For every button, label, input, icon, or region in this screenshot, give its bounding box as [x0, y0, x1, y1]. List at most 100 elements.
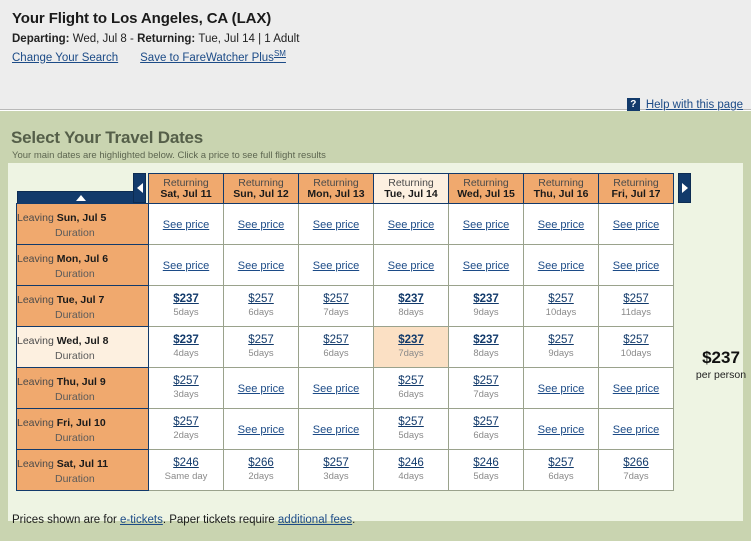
fare-cell-r5-c6[interactable]: See price	[523, 367, 599, 409]
see-price-link[interactable]: See price	[313, 260, 359, 272]
fare-price-link[interactable]: $237	[374, 334, 448, 347]
additional-fees-link[interactable]: additional fees	[278, 514, 352, 526]
fare-cell-r1-c7[interactable]: See price	[598, 203, 674, 245]
fare-cell-r1-c3[interactable]: See price	[298, 203, 374, 245]
see-price-link[interactable]: See price	[613, 219, 659, 231]
question-mark-icon[interactable]: ?	[626, 98, 640, 111]
fare-price-link[interactable]: $237	[374, 293, 448, 306]
fare-price-link[interactable]: $257	[449, 416, 523, 429]
fare-cell-r4-c6[interactable]: $257 9days	[523, 326, 599, 368]
fare-cell-r6-c6[interactable]: See price	[523, 408, 599, 450]
fare-price-link[interactable]: $257	[524, 334, 598, 347]
fare-price-link[interactable]: $257	[374, 375, 448, 388]
fare-price-link[interactable]: $257	[299, 293, 373, 306]
scroll-right-button[interactable]	[678, 173, 691, 203]
fare-cell-r7-c6[interactable]: $257 6days	[523, 449, 599, 491]
fare-cell-r4-c4[interactable]: $237 7days	[373, 326, 449, 368]
see-price-link[interactable]: See price	[313, 383, 359, 395]
fare-cell-r5-c1[interactable]: $257 3days	[148, 367, 224, 409]
fare-cell-r1-c4[interactable]: See price	[373, 203, 449, 245]
fare-cell-r7-c5[interactable]: $246 5days	[448, 449, 524, 491]
fare-price-link[interactable]: $257	[524, 457, 598, 470]
fare-price-link[interactable]: $257	[599, 334, 673, 347]
see-price-link[interactable]: See price	[388, 260, 434, 272]
fare-cell-r7-c2[interactable]: $266 2days	[223, 449, 299, 491]
fare-cell-r3-c3[interactable]: $257 7days	[298, 285, 374, 327]
fare-cell-r5-c5[interactable]: $257 7days	[448, 367, 524, 409]
fare-cell-r3-c6[interactable]: $257 10days	[523, 285, 599, 327]
fare-cell-r2-c4[interactable]: See price	[373, 244, 449, 286]
see-price-link[interactable]: See price	[613, 383, 659, 395]
etickets-link[interactable]: e-tickets	[120, 514, 163, 526]
see-price-link[interactable]: See price	[538, 383, 584, 395]
fare-price-link[interactable]: $257	[599, 293, 673, 306]
see-price-link[interactable]: See price	[238, 424, 284, 436]
see-price-link[interactable]: See price	[238, 260, 284, 272]
fare-price-link[interactable]: $246	[149, 457, 223, 470]
see-price-link[interactable]: See price	[538, 260, 584, 272]
fare-price-link[interactable]: $246	[449, 457, 523, 470]
fare-price-link[interactable]: $257	[449, 375, 523, 388]
fare-price-link[interactable]: $266	[224, 457, 298, 470]
fare-price-link[interactable]: $257	[299, 457, 373, 470]
see-price-link[interactable]: See price	[538, 219, 584, 231]
fare-cell-r5-c2[interactable]: See price	[223, 367, 299, 409]
fare-cell-r1-c6[interactable]: See price	[523, 203, 599, 245]
fare-price-link[interactable]: $257	[149, 416, 223, 429]
see-price-link[interactable]: See price	[613, 260, 659, 272]
fare-cell-r7-c4[interactable]: $246 4days	[373, 449, 449, 491]
fare-cell-r4-c3[interactable]: $257 6days	[298, 326, 374, 368]
fare-cell-r2-c1[interactable]: See price	[148, 244, 224, 286]
help-with-page-link[interactable]: Help with this page	[646, 99, 743, 111]
fare-cell-r2-c2[interactable]: See price	[223, 244, 299, 286]
fare-cell-r2-c7[interactable]: See price	[598, 244, 674, 286]
fare-price-link[interactable]: $257	[224, 293, 298, 306]
see-price-link[interactable]: See price	[463, 219, 509, 231]
see-price-link[interactable]: See price	[538, 424, 584, 436]
see-price-link[interactable]: See price	[313, 424, 359, 436]
see-price-link[interactable]: See price	[313, 219, 359, 231]
fare-cell-r7-c3[interactable]: $257 3days	[298, 449, 374, 491]
fare-cell-r1-c5[interactable]: See price	[448, 203, 524, 245]
see-price-link[interactable]: See price	[238, 383, 284, 395]
fare-cell-r3-c1[interactable]: $237 5days	[148, 285, 224, 327]
fare-cell-r4-c1[interactable]: $237 4days	[148, 326, 224, 368]
fare-cell-r7-c7[interactable]: $266 7days	[598, 449, 674, 491]
fare-cell-r1-c2[interactable]: See price	[223, 203, 299, 245]
see-price-link[interactable]: See price	[613, 424, 659, 436]
fare-cell-r3-c7[interactable]: $257 11days	[598, 285, 674, 327]
fare-cell-r7-c1[interactable]: $246 Same day	[148, 449, 224, 491]
fare-price-link[interactable]: $257	[299, 334, 373, 347]
fare-price-link[interactable]: $266	[599, 457, 673, 470]
fare-price-link[interactable]: $237	[149, 334, 223, 347]
fare-price-link[interactable]: $246	[374, 457, 448, 470]
fare-cell-r2-c3[interactable]: See price	[298, 244, 374, 286]
fare-price-link[interactable]: $237	[149, 293, 223, 306]
fare-cell-r3-c4[interactable]: $237 8days	[373, 285, 449, 327]
fare-cell-r4-c7[interactable]: $257 10days	[598, 326, 674, 368]
fare-cell-r4-c2[interactable]: $257 5days	[223, 326, 299, 368]
see-price-link[interactable]: See price	[238, 219, 284, 231]
fare-price-link[interactable]: $237	[449, 334, 523, 347]
fare-cell-r4-c5[interactable]: $237 8days	[448, 326, 524, 368]
fare-cell-r6-c7[interactable]: See price	[598, 408, 674, 450]
fare-cell-r6-c4[interactable]: $257 5days	[373, 408, 449, 450]
fare-cell-r3-c5[interactable]: $237 9days	[448, 285, 524, 327]
fare-cell-r1-c1[interactable]: See price	[148, 203, 224, 245]
fare-cell-r6-c1[interactable]: $257 2days	[148, 408, 224, 450]
fare-price-link[interactable]: $257	[524, 293, 598, 306]
change-search-link[interactable]: Change Your Search	[12, 52, 118, 64]
see-price-link[interactable]: See price	[388, 219, 434, 231]
fare-cell-r5-c7[interactable]: See price	[598, 367, 674, 409]
fare-cell-r2-c5[interactable]: See price	[448, 244, 524, 286]
see-price-link[interactable]: See price	[163, 219, 209, 231]
fare-cell-r5-c3[interactable]: See price	[298, 367, 374, 409]
see-price-link[interactable]: See price	[163, 260, 209, 272]
fare-cell-r2-c6[interactable]: See price	[523, 244, 599, 286]
fare-price-link[interactable]: $257	[149, 375, 223, 388]
fare-cell-r6-c5[interactable]: $257 6days	[448, 408, 524, 450]
fare-cell-r3-c2[interactable]: $257 6days	[223, 285, 299, 327]
fare-price-link[interactable]: $237	[449, 293, 523, 306]
fare-watcher-link[interactable]: Save to FareWatcher PlusSM	[140, 49, 286, 64]
fare-price-link[interactable]: $257	[374, 416, 448, 429]
